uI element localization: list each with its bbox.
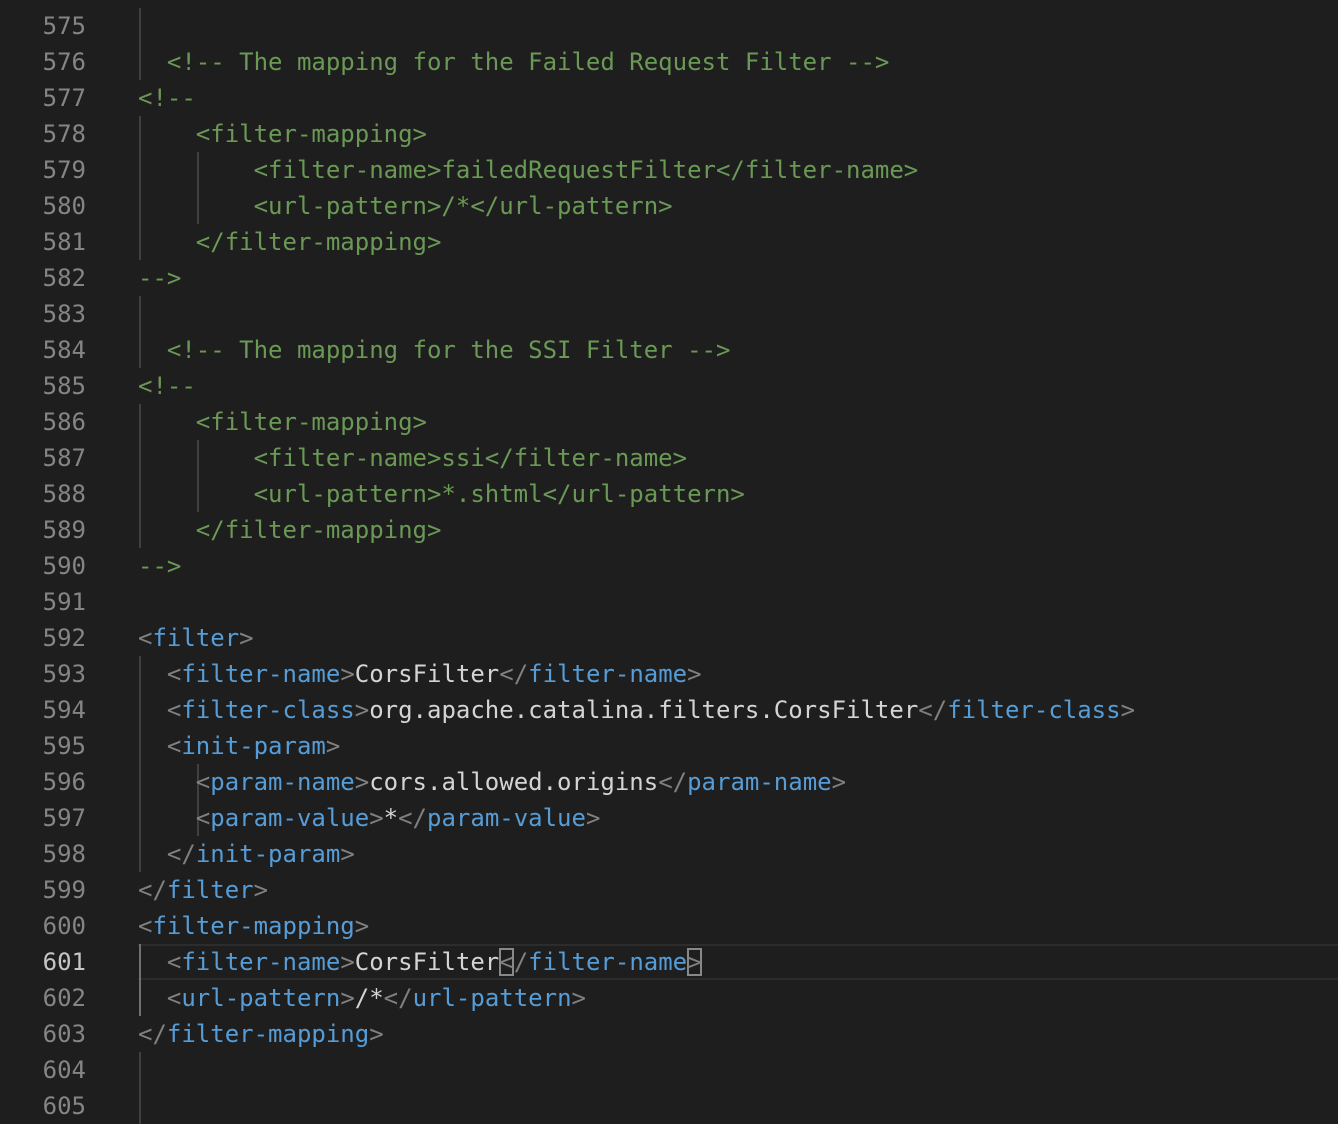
line-number: 603 — [42, 1020, 86, 1048]
line-number: 574 — [0, 0, 86, 8]
line-code: <filter-class>org.apache.catalina.filter… — [166, 696, 1136, 724]
code-line[interactable]: 594 <filter-class>org.apache.catalina.fi… — [0, 692, 1338, 728]
line-code: --> — [138, 264, 182, 292]
line-code: <!-- — [138, 84, 196, 112]
line-code: <url-pattern>*.shtml</url-pattern> — [138, 480, 745, 508]
line-number: 579 — [42, 156, 86, 184]
line-number: 575 — [42, 12, 86, 40]
line-code: --> — [138, 552, 182, 580]
line-code: </filter-mapping> — [138, 1020, 384, 1048]
code-line[interactable]: 597 <param-value>*</param-value> — [0, 800, 1338, 836]
line-code: --> — [138, 0, 181, 8]
line-number: 584 — [42, 336, 86, 364]
code-line[interactable]: 589 </filter-mapping> — [0, 512, 1338, 548]
code-line[interactable]: 602 <url-pattern>/*</url-pattern> — [0, 980, 1338, 1016]
line-number: 589 — [42, 516, 86, 544]
indent-guide — [139, 8, 141, 44]
line-number: 581 — [42, 228, 86, 256]
code-line[interactable]: 590 --> — [0, 548, 1338, 584]
indent-guide — [139, 1088, 141, 1124]
line-number: 578 — [42, 120, 86, 148]
line-code: <filter-name>CorsFilter</filter-name> — [166, 948, 702, 976]
line-number: 599 — [42, 876, 86, 904]
line-number: 592 — [42, 624, 86, 652]
line-code: <filter> — [138, 624, 254, 652]
code-line[interactable]: 604 — [0, 1052, 1338, 1088]
code-line[interactable]: 598 </init-param> — [0, 836, 1338, 872]
line-code: <filter-name>failedRequestFilter</filter… — [138, 156, 919, 184]
line-code: </init-param> — [166, 840, 355, 868]
code-line[interactable]: 600 <filter-mapping> — [0, 908, 1338, 944]
line-code: </filter> — [138, 876, 269, 904]
line-number: 602 — [42, 984, 86, 1012]
line-number: 595 — [42, 732, 86, 760]
line-number: 594 — [42, 696, 86, 724]
code-line[interactable]: 577 <!-- — [0, 80, 1338, 116]
code-line[interactable]: 599 </filter> — [0, 872, 1338, 908]
code-line[interactable]: 592 <filter> — [0, 620, 1338, 656]
code-line[interactable]: 586 <filter-mapping> — [0, 404, 1338, 440]
code-line[interactable]: 582 --> — [0, 260, 1338, 296]
line-number: 580 — [42, 192, 86, 220]
line-number: 604 — [42, 1056, 86, 1084]
line-number: 576 — [42, 48, 86, 76]
line-number: 605 — [42, 1092, 86, 1120]
line-code: <!-- — [138, 372, 196, 400]
code-line[interactable]: 581 </filter-mapping> — [0, 224, 1338, 260]
code-line[interactable]: 593 <filter-name>CorsFilter</filter-name… — [0, 656, 1338, 692]
line-number: 601 — [42, 948, 86, 976]
indent-guide — [139, 296, 141, 332]
line-code: </filter-mapping> — [138, 228, 442, 256]
code-line[interactable]: 578 <filter-mapping> — [0, 116, 1338, 152]
line-code: <filter-mapping> — [138, 912, 370, 940]
code-line[interactable]: 605 — [0, 1088, 1338, 1124]
code-line[interactable]: 580 <url-pattern>/*</url-pattern> — [0, 188, 1338, 224]
code-line[interactable]: 591 — [0, 584, 1338, 620]
line-code: <url-pattern>/*</url-pattern> — [166, 984, 586, 1012]
line-code: <param-name>cors.allowed.origins</param-… — [195, 768, 847, 796]
code-line[interactable]: 596 <param-name>cors.allowed.origins</pa… — [0, 764, 1338, 800]
bracket-match-highlight: > — [687, 948, 702, 976]
line-code: <filter-mapping> — [138, 408, 427, 436]
code-line[interactable]: 587 <filter-name>ssi</filter-name> — [0, 440, 1338, 476]
code-editor[interactable]: 574 --> 575 576 <!-- The mapping for the Fa… — [0, 0, 1338, 1124]
line-code: <filter-mapping> — [138, 120, 427, 148]
line-number: 590 — [42, 552, 86, 580]
line-number: 577 — [42, 84, 86, 112]
code-line[interactable]: 584 <!-- The mapping for the SSI Filter … — [0, 332, 1338, 368]
line-number: 588 — [42, 480, 86, 508]
line-number: 598 — [42, 840, 86, 868]
code-line[interactable]: 595 <init-param> — [0, 728, 1338, 764]
line-number: 591 — [42, 588, 86, 616]
line-code: <init-param> — [166, 732, 341, 760]
code-line[interactable]: 575 — [0, 8, 1338, 44]
bracket-match-highlight: < — [499, 948, 514, 976]
line-code: <!-- The mapping for the Failed Request … — [138, 48, 890, 76]
code-line[interactable]: 574 --> — [0, 0, 1338, 8]
line-code: <filter-name>CorsFilter</filter-name> — [166, 660, 702, 688]
line-code: <param-value>*</param-value> — [195, 804, 601, 832]
line-number: 586 — [42, 408, 86, 436]
line-code: <!-- The mapping for the SSI Filter --> — [138, 336, 731, 364]
line-number: 597 — [42, 804, 86, 832]
current-code-line[interactable]: 601 <filter-name>CorsFilter</filter-name… — [0, 944, 1338, 980]
code-line[interactable]: 576 <!-- The mapping for the Failed Requ… — [0, 44, 1338, 80]
code-line[interactable]: 603 </filter-mapping> — [0, 1016, 1338, 1052]
line-number: 587 — [42, 444, 86, 472]
line-number: 585 — [42, 372, 86, 400]
line-number: 582 — [42, 264, 86, 292]
line-number: 593 — [42, 660, 86, 688]
line-code: <url-pattern>/*</url-pattern> — [138, 192, 673, 220]
code-line[interactable]: 585 <!-- — [0, 368, 1338, 404]
code-line[interactable]: 588 <url-pattern>*.shtml</url-pattern> — [0, 476, 1338, 512]
code-line[interactable]: 579 <filter-name>failedRequestFilter</fi… — [0, 152, 1338, 188]
line-number: 596 — [42, 768, 86, 796]
line-code: <filter-name>ssi</filter-name> — [138, 444, 688, 472]
line-number: 600 — [42, 912, 86, 940]
line-number: 583 — [42, 300, 86, 328]
editor-lines: 574 --> 575 576 <!-- The mapping for the Fa… — [0, 0, 1338, 1124]
line-code: </filter-mapping> — [138, 516, 442, 544]
indent-guide — [139, 1052, 141, 1088]
code-line[interactable]: 583 — [0, 296, 1338, 332]
